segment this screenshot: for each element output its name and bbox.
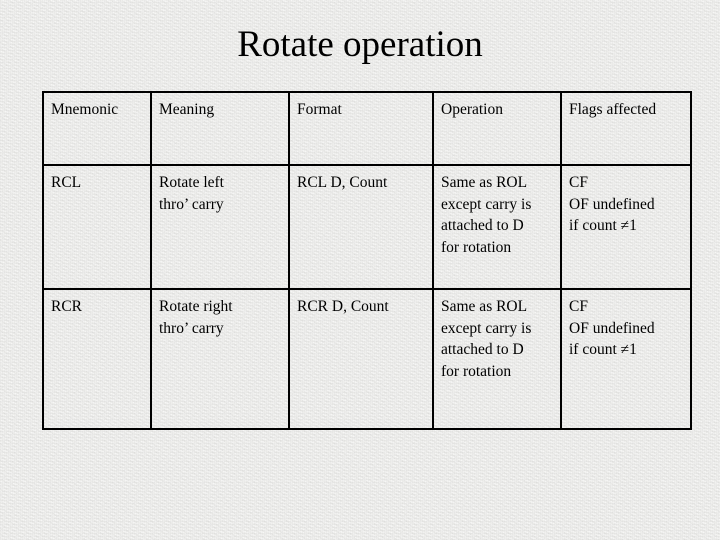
cell-operation-rcr-line-4: for rotation — [441, 362, 512, 380]
cell-operation-rcr-line-1: Same as ROL — [441, 298, 528, 315]
slide-canvas: Rotate operation Mnemonic Meaning Format… — [0, 0, 720, 540]
cell-meaning-rcr-line-1: Rotate right — [159, 298, 233, 315]
cell-flags-rcl-line-3: if count ≠1 — [569, 217, 637, 234]
cell-flags-rcr: CF OF undefined if count ≠1 — [560, 288, 692, 430]
table-header-meaning: Meaning — [150, 91, 290, 166]
table-header-flags-affected: Flags affected — [560, 91, 692, 166]
cell-meaning-rcl-line-2: thro’ carry — [159, 195, 224, 213]
page-title: Rotate operation — [237, 24, 483, 65]
table-header-row: Mnemonic Meaning Format Operation Flags … — [42, 91, 692, 166]
cell-operation-rcr: Same as ROL except carry is attached to … — [432, 288, 562, 430]
cell-flags-rcr-line-3: if count ≠1 — [569, 341, 637, 358]
table-header-mnemonic: Mnemonic — [42, 91, 152, 166]
cell-operation-rcl-line-4: for rotation — [441, 238, 512, 256]
table-header-operation: Operation — [432, 91, 562, 166]
cell-format-rcl: RCL D, Count — [288, 164, 434, 290]
cell-flags-rcr-line-1: CF — [569, 298, 588, 315]
cell-meaning-rcr-line-2: thro’ carry — [159, 319, 224, 337]
cell-format-rcr: RCR D, Count — [288, 288, 434, 430]
table-header-format: Format — [288, 91, 434, 166]
cell-operation-rcl-line-2: except carry is — [441, 195, 532, 213]
cell-flags-rcl-line-2: OF undefined — [569, 195, 655, 213]
cell-flags-rcr-line-2: OF undefined — [569, 319, 655, 337]
cell-meaning-rcl: Rotate left thro’ carry — [150, 164, 290, 290]
cell-operation-rcl-line-1: Same as ROL — [441, 174, 528, 191]
rotate-operation-table-container: Mnemonic Meaning Format Operation Flags … — [42, 91, 692, 430]
cell-mnemonic-rcl: RCL — [42, 164, 152, 290]
cell-operation-rcr-line-2: except carry is — [441, 319, 532, 337]
cell-meaning-rcl-line-1: Rotate left — [159, 174, 224, 191]
table-row: RCL Rotate left thro’ carry RCL D, Count… — [42, 164, 692, 290]
cell-mnemonic-rcr: RCR — [42, 288, 152, 430]
table-row: RCR Rotate right thro’ carry RCR D, Coun… — [42, 288, 692, 430]
rotate-operation-table: Mnemonic Meaning Format Operation Flags … — [42, 91, 692, 430]
cell-operation-rcl-line-3: attached to D — [441, 217, 524, 234]
cell-operation-rcr-line-3: attached to D — [441, 341, 524, 358]
cell-meaning-rcr: Rotate right thro’ carry — [150, 288, 290, 430]
cell-flags-rcl: CF OF undefined if count ≠1 — [560, 164, 692, 290]
cell-operation-rcl: Same as ROL except carry is attached to … — [432, 164, 562, 290]
cell-flags-rcl-line-1: CF — [569, 174, 588, 191]
